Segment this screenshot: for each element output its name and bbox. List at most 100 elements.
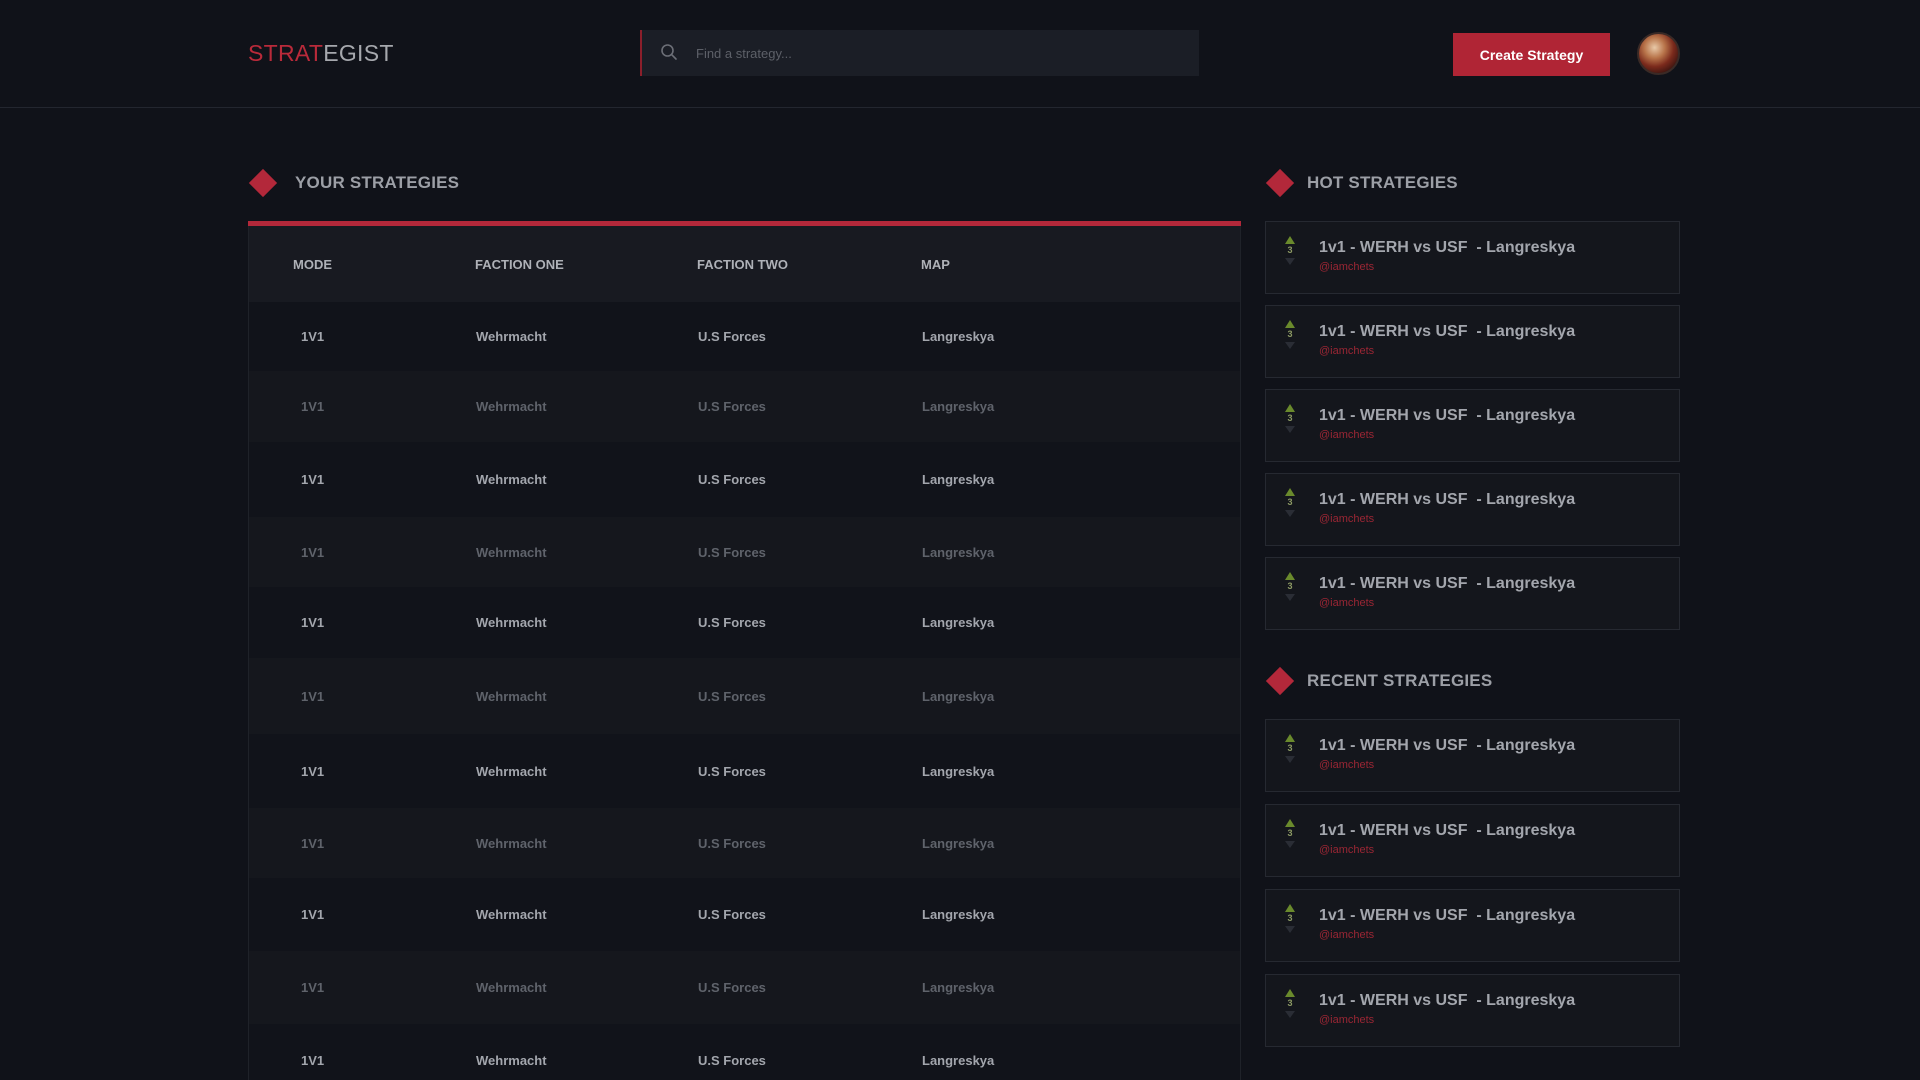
cell-map: Langreskya [922,763,995,779]
strategy-card[interactable]: 3 1v1 - WERH vs USF - Langreskya @iamchets [1265,389,1680,462]
strategy-card[interactable]: 3 1v1 - WERH vs USF - Langreskya @iamchets [1265,974,1680,1047]
table-row[interactable]: 1V1 Wehrmacht U.S Forces Langreskya [248,951,1241,1024]
vote-widget: 3 [1284,989,1296,1018]
table-row[interactable]: 1V1 Wehrmacht U.S Forces Langreskya [248,517,1241,587]
cell-map: Langreskya [922,907,995,922]
logo[interactable]: STRATEGIST [248,40,394,67]
diamond-icon [1265,666,1295,696]
strategy-title[interactable]: 1v1 - WERH vs USF - Langreskya [1319,407,1575,425]
cell-faction-two: U.S Forces [698,907,766,922]
cell-faction-two: U.S Forces [698,980,766,995]
table-row[interactable]: 1V1 Wehrmacht U.S Forces Langreskya [248,658,1241,734]
downvote-icon[interactable] [1285,756,1295,763]
downvote-icon[interactable] [1285,510,1295,517]
downvote-icon[interactable] [1285,342,1295,349]
strategy-title[interactable]: 1v1 - WERH vs USF - Langreskya [1319,491,1575,509]
strategy-card[interactable]: 3 1v1 - WERH vs USF - Langreskya @iamchets [1265,804,1680,877]
vote-widget: 3 [1284,320,1296,349]
cell-map: Langreskya [922,688,995,704]
table-row[interactable]: 1V1 Wehrmacht U.S Forces Langreskya [248,734,1241,808]
cell-mode: 1V1 [301,472,325,487]
avatar[interactable] [1637,32,1680,75]
cell-map: Langreskya [922,615,995,630]
cell-faction-two: U.S Forces [698,835,766,851]
recent-strategies-heading: RECENT STRATEGIES [1265,666,1492,696]
table-row[interactable]: 1V1 Wehrmacht U.S Forces Langreskya [248,808,1241,878]
upvote-icon[interactable] [1285,904,1295,912]
vote-widget: 3 [1284,819,1296,848]
cell-faction-one: Wehrmacht [476,544,547,560]
table-row[interactable]: 1V1 Wehrmacht U.S Forces Langreskya [248,371,1241,442]
downvote-icon[interactable] [1285,594,1295,601]
upvote-icon[interactable] [1285,236,1295,244]
cell-map: Langreskya [922,399,995,414]
upvote-icon[interactable] [1285,320,1295,328]
downvote-icon[interactable] [1285,926,1295,933]
cell-faction-two: U.S Forces [698,763,766,779]
cell-mode: 1V1 [301,907,325,922]
downvote-icon[interactable] [1285,1011,1295,1018]
strategy-title[interactable]: 1v1 - WERH vs USF - Langreskya [1319,575,1575,593]
strategy-author[interactable]: @iamchets [1319,261,1374,273]
strategy-title[interactable]: 1v1 - WERH vs USF - Langreskya [1319,737,1575,755]
strategy-card[interactable]: 3 1v1 - WERH vs USF - Langreskya @iamchets [1265,221,1680,294]
cell-mode: 1V1 [301,615,325,630]
vote-widget: 3 [1284,572,1296,601]
your-strategies-title: YOUR STRATEGIES [295,173,460,192]
cell-map: Langreskya [922,1052,995,1068]
downvote-icon[interactable] [1285,426,1295,433]
search-input[interactable] [696,45,1176,61]
strategy-author[interactable]: @iamchets [1319,513,1374,525]
diamond-icon [248,168,278,198]
table-row[interactable]: 1V1 Wehrmacht U.S Forces Langreskya [248,587,1241,658]
vote-count: 3 [1287,329,1293,339]
strategy-title[interactable]: 1v1 - WERH vs USF - Langreskya [1319,239,1575,257]
cell-mode: 1V1 [301,835,325,851]
cell-faction-one: Wehrmacht [476,329,547,344]
strategy-author[interactable]: @iamchets [1319,345,1374,357]
strategy-author[interactable]: @iamchets [1319,597,1374,609]
strategy-card[interactable]: 3 1v1 - WERH vs USF - Langreskya @iamchets [1265,889,1680,962]
cell-faction-one: Wehrmacht [476,907,547,922]
strategy-card[interactable]: 3 1v1 - WERH vs USF - Langreskya @iamchets [1265,473,1680,546]
upvote-icon[interactable] [1285,488,1295,496]
vote-widget: 3 [1284,904,1296,933]
cell-faction-one: Wehrmacht [476,835,547,851]
cell-faction-one: Wehrmacht [476,688,547,704]
cell-faction-two: U.S Forces [698,399,766,414]
strategy-title[interactable]: 1v1 - WERH vs USF - Langreskya [1319,992,1575,1010]
vote-count: 3 [1287,743,1293,753]
strategy-author[interactable]: @iamchets [1319,429,1374,441]
vote-widget: 3 [1284,404,1296,433]
upvote-icon[interactable] [1285,989,1295,997]
strategy-author[interactable]: @iamchets [1319,844,1374,856]
strategy-author[interactable]: @iamchets [1319,1014,1374,1026]
cell-map: Langreskya [922,472,995,487]
downvote-icon[interactable] [1285,258,1295,265]
strategy-title[interactable]: 1v1 - WERH vs USF - Langreskya [1319,323,1575,341]
strategy-author[interactable]: @iamchets [1319,759,1374,771]
upvote-icon[interactable] [1285,819,1295,827]
table-row[interactable]: 1V1 Wehrmacht U.S Forces Langreskya [248,1024,1241,1080]
downvote-icon[interactable] [1285,841,1295,848]
create-strategy-button[interactable]: Create Strategy [1453,33,1610,76]
vote-count: 3 [1287,998,1293,1008]
strategy-title[interactable]: 1v1 - WERH vs USF - Langreskya [1319,907,1575,925]
upvote-icon[interactable] [1285,572,1295,580]
table-row[interactable]: 1V1 Wehrmacht U.S Forces Langreskya [248,302,1241,371]
strategy-card[interactable]: 3 1v1 - WERH vs USF - Langreskya @iamchets [1265,557,1680,630]
upvote-icon[interactable] [1285,734,1295,742]
vote-count: 3 [1287,245,1293,255]
strategy-title[interactable]: 1v1 - WERH vs USF - Langreskya [1319,822,1575,840]
strategy-card[interactable]: 3 1v1 - WERH vs USF - Langreskya @iamchets [1265,305,1680,378]
cell-mode: 1V1 [301,399,325,414]
upvote-icon[interactable] [1285,404,1295,412]
strategy-author[interactable]: @iamchets [1319,929,1374,941]
table-row[interactable]: 1V1 Wehrmacht U.S Forces Langreskya [248,442,1241,517]
search-bar[interactable] [640,30,1199,76]
vote-widget: 3 [1284,488,1296,517]
strategy-card[interactable]: 3 1v1 - WERH vs USF - Langreskya @iamchets [1265,719,1680,792]
cell-faction-two: U.S Forces [698,615,766,630]
table-row[interactable]: 1V1 Wehrmacht U.S Forces Langreskya [248,878,1241,951]
cell-map: Langreskya [922,329,995,344]
